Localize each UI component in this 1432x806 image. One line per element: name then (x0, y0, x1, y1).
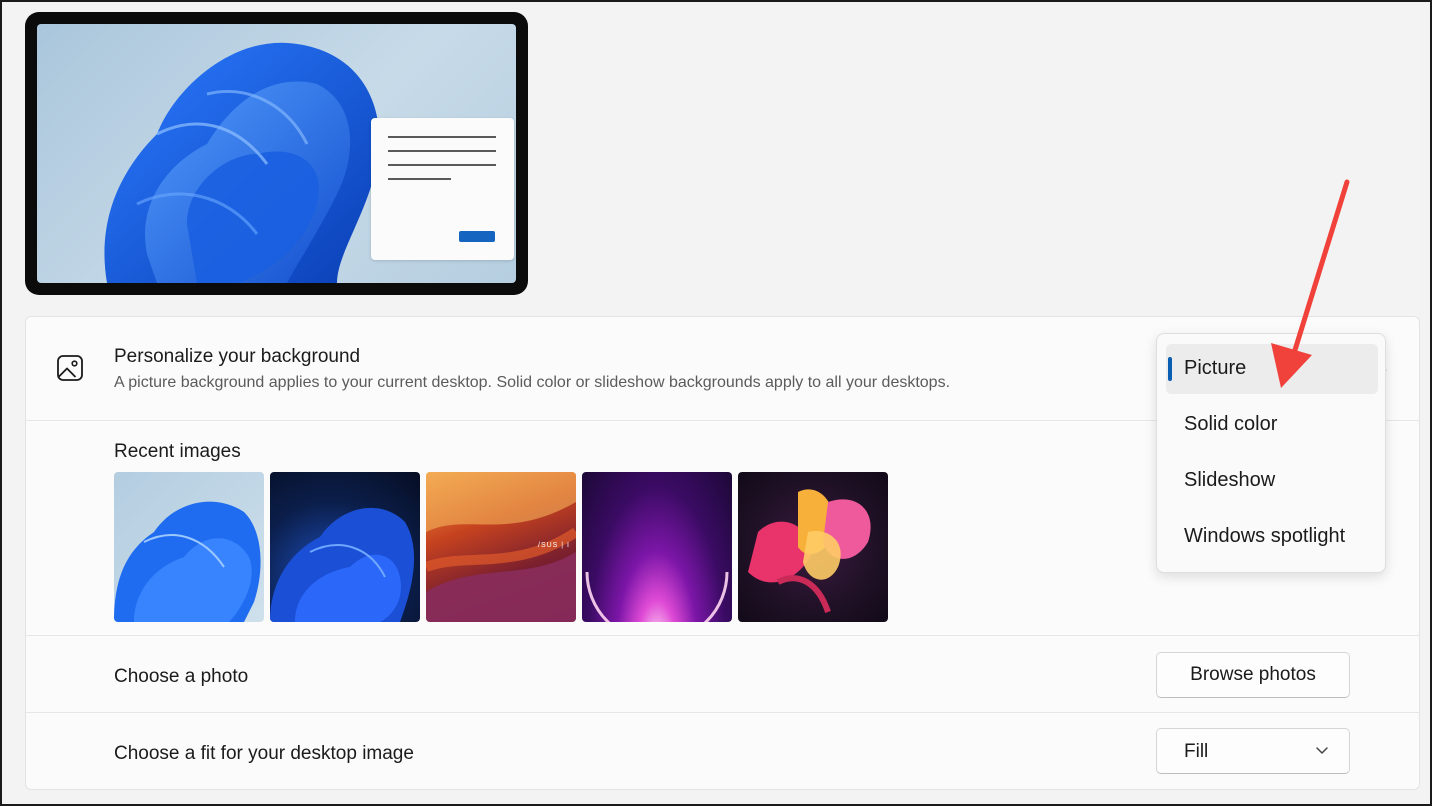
selection-indicator (1168, 357, 1172, 381)
recent-image-bloom-dark[interactable] (270, 472, 420, 622)
chevron-down-icon (1316, 747, 1328, 754)
preview-wallpaper (37, 24, 516, 283)
browse-photos-button[interactable]: Browse photos (1156, 652, 1350, 698)
preview-window (371, 118, 514, 260)
dropdown-option-picture[interactable]: Picture (1166, 344, 1378, 394)
recent-images-title: Recent images (114, 441, 241, 462)
fit-selected-value: Fill (1184, 741, 1209, 762)
background-header-title: Personalize your background (114, 346, 361, 367)
background-type-dropdown: Picture Solid color Slideshow Windows sp… (1156, 333, 1386, 573)
fit-label: Choose a fit for your desktop image (114, 743, 414, 764)
option-label: Solid color (1184, 413, 1278, 435)
choose-photo-label: Choose a photo (114, 666, 249, 687)
dropdown-option-solid-color[interactable]: Solid color (1166, 400, 1378, 450)
fit-select[interactable]: Fill (1156, 728, 1350, 774)
option-label: Windows spotlight (1184, 525, 1346, 547)
recent-images-list: /SUS | I (114, 472, 888, 622)
asus-watermark: /SUS | I (538, 542, 570, 549)
option-label: Picture (1184, 357, 1247, 379)
recent-image-ribbon-flower[interactable] (738, 472, 888, 622)
preview-window-button (459, 231, 495, 242)
image-icon (57, 355, 83, 381)
background-header-description: A picture background applies to your cur… (114, 374, 951, 391)
desktop-preview (25, 12, 528, 295)
dropdown-option-windows-spotlight[interactable]: Windows spotlight (1166, 512, 1378, 562)
dropdown-option-slideshow[interactable]: Slideshow (1166, 456, 1378, 506)
divider (26, 712, 1419, 713)
option-label: Slideshow (1184, 469, 1276, 491)
recent-image-asus-canyon[interactable]: /SUS | I (426, 472, 576, 622)
recent-image-bloom-light[interactable] (114, 472, 264, 622)
divider (26, 635, 1419, 636)
recent-image-purple-orb[interactable] (582, 472, 732, 622)
